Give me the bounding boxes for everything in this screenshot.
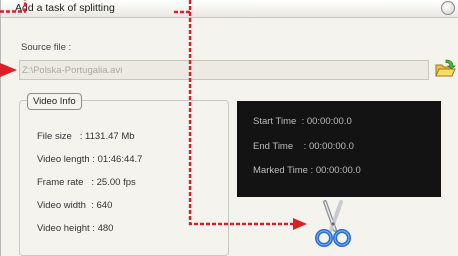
scissors-icon[interactable] (313, 200, 353, 248)
frame-rate-text: Frame rate : 25.00 fps (37, 177, 136, 188)
source-file-label: Source file : (21, 42, 72, 53)
marked-time-text: Marked Time : 00:00:00.0 (253, 165, 361, 176)
open-folder-icon[interactable] (434, 58, 457, 80)
video-length-text: Video length : 01:46:44.7 (37, 154, 143, 165)
file-size-text: File size : 1131.47 Mb (37, 131, 135, 142)
window-title: Add a task of splitting (15, 2, 115, 14)
video-height-text: Video height : 480 (37, 223, 114, 234)
source-file-input[interactable] (19, 60, 429, 80)
video-info-legend: Video Info (27, 93, 82, 110)
close-button[interactable] (441, 1, 455, 15)
end-time-text: End Time : 00:00:00.0 (253, 141, 354, 152)
split-task-window: Add a task of splitting Source file : Vi… (0, 0, 458, 256)
video-width-text: Video width : 640 (37, 200, 113, 211)
start-time-text: Start Time : 00:00:00.0 (253, 116, 352, 127)
time-display-panel: Start Time : 00:00:00.0 End Time : 00:00… (237, 101, 441, 197)
title-bar: Add a task of splitting (1, 0, 458, 18)
